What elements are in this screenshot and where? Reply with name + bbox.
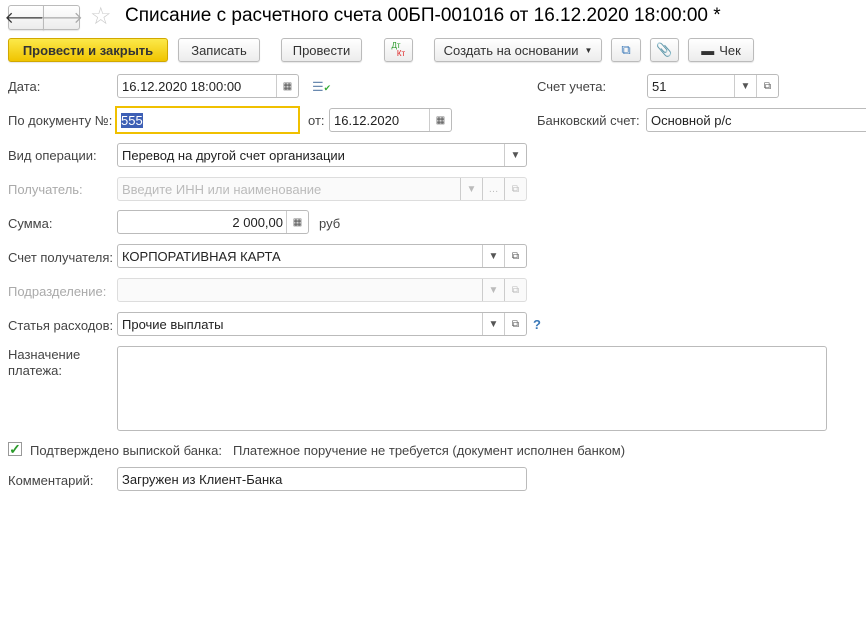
division-label: Подразделение: (8, 284, 107, 299)
dropdown-icon[interactable]: ▼ (482, 279, 504, 301)
calendar-icon[interactable]: ▦ (429, 109, 451, 131)
sum-value: 2 000,00 (232, 214, 283, 230)
forward-button[interactable]: 🡒 (40, 5, 83, 30)
document-check-icon[interactable]: ☰✔ (312, 79, 331, 95)
save-button[interactable]: Записать (178, 38, 260, 62)
expense-label: Статья расходов: (8, 318, 114, 333)
open-icon[interactable]: ⧉ (504, 313, 526, 335)
open-icon[interactable]: ⧉ (504, 245, 526, 267)
create-based-on-label: Создать на основании (443, 42, 579, 58)
purpose-textarea[interactable] (117, 346, 827, 431)
recipient-label: Получатель: (8, 182, 83, 197)
dropdown-icon[interactable]: ▼ (504, 144, 526, 166)
recipient-input[interactable]: Введите ИНН или наименование ▼… ⧉ (117, 177, 527, 201)
recipient-account-label: Счет получателя: (8, 250, 114, 265)
date-label: Дата: (8, 79, 41, 94)
open-icon[interactable]: ⧉ (756, 75, 778, 97)
dropdown-icon[interactable]: ▼ (734, 75, 756, 97)
purpose-label: Назначение платежа: (8, 347, 81, 378)
structure-icon[interactable]: ⧉ (611, 38, 641, 62)
from-label: от: (308, 113, 325, 128)
comment-input[interactable]: Загружен из Клиент-Банка (117, 467, 527, 491)
sum-input[interactable]: 2 000,00 ▦ (117, 210, 309, 234)
back-button[interactable]: 🡐 (5, 5, 47, 30)
star-icon[interactable]: ☆ (90, 2, 112, 31)
chevron-down-icon: ▼ (584, 45, 593, 55)
check-button[interactable]: ▬ Чек (688, 38, 754, 62)
bank-account-value: Основной р/с (651, 112, 732, 128)
operation-value: Перевод на другой счет организации (122, 147, 345, 163)
post-button[interactable]: Провести (281, 38, 362, 62)
expense-value: Прочие выплаты (122, 316, 224, 332)
recipient-placeholder: Введите ИНН или наименование (122, 181, 322, 197)
date-input[interactable]: 16.12.2020 18:00:00 ▦ (117, 74, 299, 98)
calendar-icon[interactable]: ▦ (276, 75, 298, 97)
kt-label: Кт (396, 49, 406, 58)
confirmed-note: Платежное поручение не требуется (докуме… (233, 443, 626, 458)
open-icon[interactable]: ⧉ (504, 178, 526, 200)
recipient-account-value: КОРПОРАТИВНАЯ КАРТА (122, 248, 281, 264)
account-label: Счет учета: (537, 79, 607, 94)
from-date-input[interactable]: 16.12.2020 ▦ (329, 108, 452, 132)
sum-label: Сумма: (8, 216, 53, 231)
dropdown-icon[interactable]: ▼ (482, 313, 504, 335)
docnum-label: По документу №: (8, 113, 113, 128)
recipient-account-input[interactable]: КОРПОРАТИВНАЯ КАРТА ▼ ⧉ (117, 244, 527, 268)
dropdown-icon[interactable]: ▼ (482, 245, 504, 267)
help-icon[interactable]: ? (533, 317, 541, 332)
bank-account-label: Банковский счет: (537, 113, 640, 128)
date-value: 16.12.2020 18:00:00 (122, 78, 242, 94)
page-title: Списание с расчетного счета 00БП-001016 … (125, 5, 721, 26)
account-value: 51 (652, 78, 667, 94)
expense-input[interactable]: Прочие выплаты ▼ ⧉ (117, 312, 527, 336)
division-input[interactable]: ▼ ⧉ (117, 278, 527, 302)
operation-select[interactable]: Перевод на другой счет организации ▼ (117, 143, 527, 167)
ellipsis-icon[interactable]: … (482, 178, 504, 200)
account-input[interactable]: 51 ▼ ⧉ (647, 74, 779, 98)
arrow-right-icon: 🡒 (40, 10, 83, 27)
docnum-value: 555 (121, 112, 143, 128)
confirmed-checkbox[interactable]: ✓ (8, 442, 22, 456)
paperclip-icon[interactable]: 📎 (650, 38, 679, 62)
dt-kt-button[interactable]: Дт Кт (384, 38, 413, 62)
calculator-icon[interactable]: ▦ (286, 211, 308, 233)
currency-label: руб (319, 216, 341, 231)
create-based-on-button[interactable]: Создать на основании ▼ (434, 38, 602, 62)
dropdown-icon[interactable]: ▼ (460, 178, 482, 200)
printer-icon: ▬ (701, 42, 715, 58)
comment-label: Комментарий: (8, 473, 94, 488)
bank-account-input[interactable]: Основной р/с (646, 108, 866, 132)
open-icon[interactable]: ⧉ (504, 279, 526, 301)
confirmed-label: Подтверждено выпиской банка: (30, 443, 222, 458)
docnum-input[interactable]: 555 (115, 106, 300, 134)
check-label: Чек (719, 42, 741, 58)
post-and-close-button[interactable]: Провести и закрыть (8, 38, 168, 62)
operation-label: Вид операции: (8, 148, 97, 163)
from-date-value: 16.12.2020 (334, 112, 400, 128)
comment-value: Загружен из Клиент-Банка (122, 471, 283, 487)
